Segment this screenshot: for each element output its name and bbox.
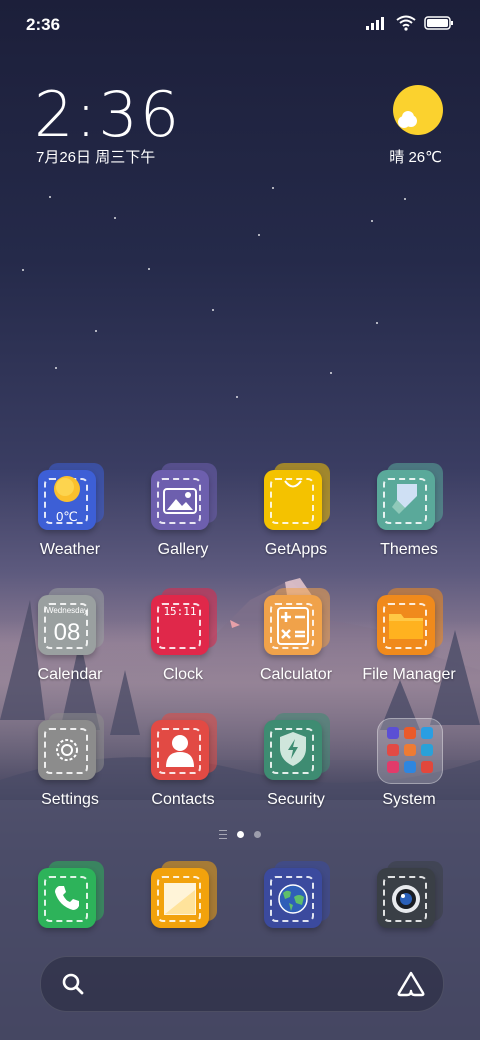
person-icon — [166, 735, 194, 767]
page-dot[interactable] — [254, 831, 261, 838]
clock-widget-time[interactable]: 2:36 — [34, 78, 181, 151]
app-drawer-indicator[interactable] — [219, 830, 227, 839]
shield-icon — [280, 732, 306, 766]
app-label: Clock — [162, 666, 203, 683]
gear-icon — [56, 739, 78, 761]
app-label: Security — [267, 791, 325, 808]
app-label: Calculator — [259, 666, 333, 683]
app-themes[interactable]: Themes — [359, 463, 459, 559]
app-label: Contacts — [151, 791, 215, 808]
wifi-icon — [396, 15, 416, 31]
calendar-weekday: Wednesday — [45, 606, 89, 615]
app-folder-system[interactable]: System — [359, 718, 459, 809]
globe-icon — [278, 884, 308, 914]
assistant-icon[interactable] — [397, 971, 425, 997]
signal-icon — [366, 17, 384, 30]
folder-tile — [377, 718, 443, 784]
calculator-icon — [277, 607, 309, 645]
app-label: Calendar — [37, 666, 103, 683]
picture-icon — [163, 488, 197, 514]
app-label: Settings — [41, 791, 99, 808]
app-label: GetApps — [264, 541, 328, 558]
notes-icon — [164, 883, 196, 915]
app-label: System — [382, 791, 436, 808]
search-bar[interactable] — [40, 956, 444, 1012]
calendar-day: 08 — [53, 619, 81, 646]
status-bar: 2:36 — [0, 0, 480, 50]
clock-digits: 15:11 — [163, 605, 197, 618]
app-calendar[interactable]: Wednesday 08 Calendar — [20, 588, 120, 684]
app-clock[interactable]: 15:11 Clock — [133, 588, 233, 684]
camera-lens-icon — [392, 885, 420, 913]
weather-app-temp: 0℃ — [56, 509, 78, 524]
dock-browser[interactable] — [246, 861, 346, 930]
app-security[interactable]: Security — [246, 713, 346, 809]
sun-icon — [54, 476, 80, 502]
dock-phone[interactable] — [20, 861, 120, 930]
folder-icon — [389, 614, 423, 639]
app-calculator[interactable]: Calculator — [246, 588, 346, 684]
app-label: File Manager — [362, 666, 456, 683]
app-contacts[interactable]: Contacts — [133, 713, 233, 809]
sun-cloud-icon[interactable] — [392, 84, 444, 136]
app-label: Themes — [380, 541, 438, 558]
app-file-manager[interactable]: File Manager — [359, 588, 459, 684]
dock-notes[interactable] — [133, 861, 233, 930]
weather-widget-text: 晴 26℃ — [389, 149, 442, 166]
page-indicator[interactable] — [0, 830, 480, 839]
clock-widget-date: 7月26日 周三下午 — [36, 149, 156, 166]
folder-preview-icons — [387, 727, 433, 773]
app-settings[interactable]: Settings — [20, 713, 120, 809]
app-label: Weather — [39, 541, 101, 558]
app-label: Gallery — [157, 541, 209, 558]
dock-camera[interactable] — [359, 861, 459, 930]
phone-icon — [55, 886, 79, 910]
page-dot-current[interactable] — [237, 831, 244, 838]
status-time: 2:36 — [26, 15, 61, 34]
search-icon[interactable] — [61, 972, 85, 996]
bag-icon — [284, 480, 302, 488]
app-gallery[interactable]: Gallery — [133, 463, 233, 559]
app-getapps[interactable]: GetApps — [246, 463, 346, 559]
paintbrush-icon — [392, 484, 417, 514]
battery-icon — [424, 16, 453, 30]
app-weather[interactable]: 0℃ Weather — [20, 463, 120, 559]
